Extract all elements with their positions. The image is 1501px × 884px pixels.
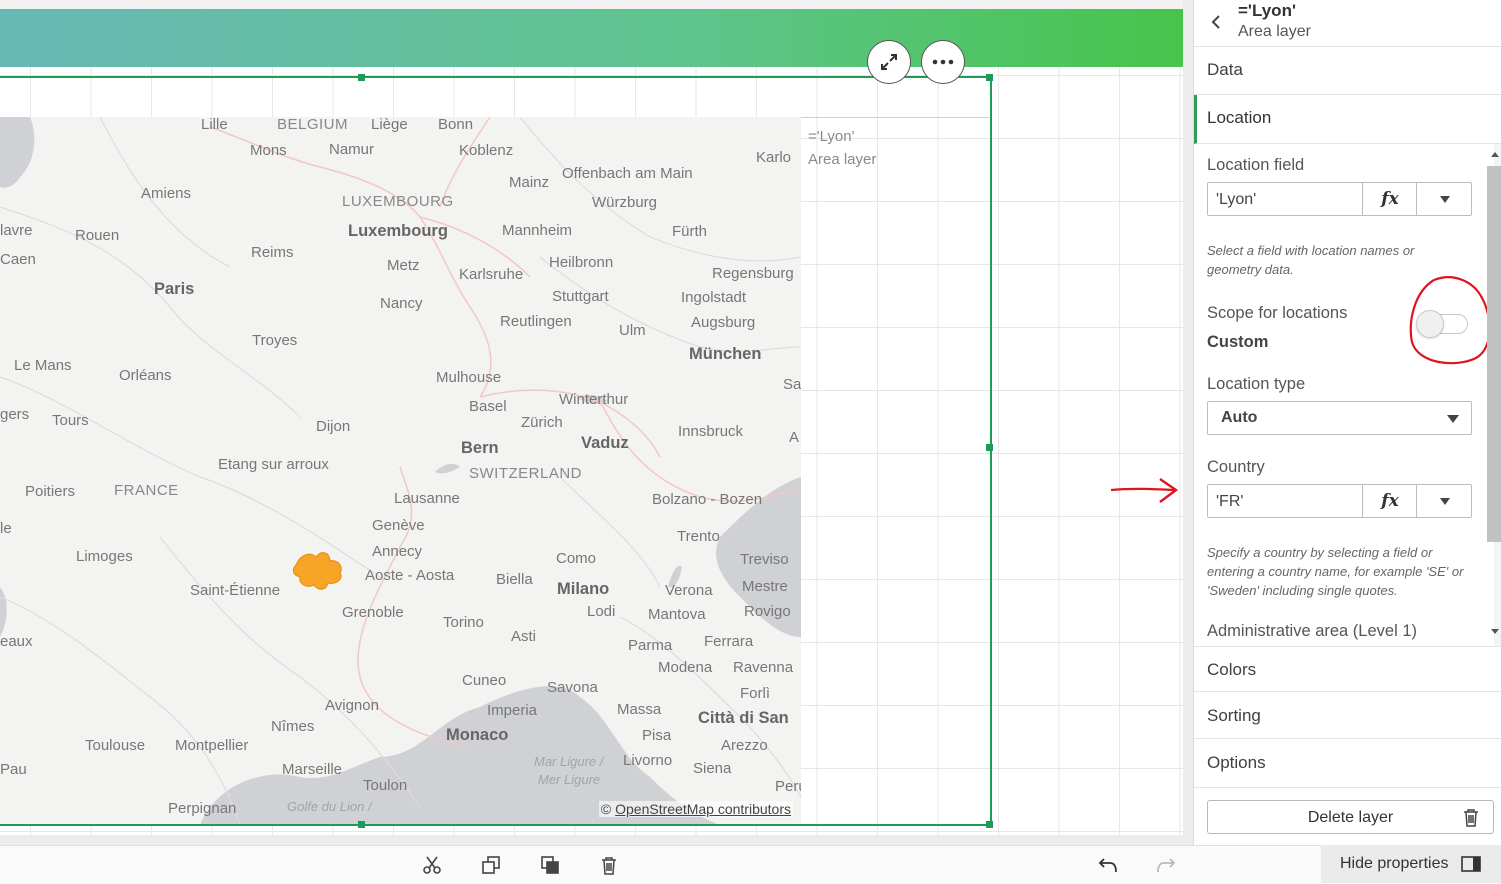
country-combo: fx [1207, 484, 1472, 519]
properties-panel: ='Lyon' Area layer Data Location Locatio… [1193, 0, 1501, 845]
panel-toggle-icon [1460, 856, 1481, 872]
location-field-label: Location field [1207, 156, 1305, 174]
expand-button[interactable] [867, 40, 911, 84]
header-gradient-bar [0, 9, 1183, 67]
delete-layer-label: Delete layer [1307, 809, 1394, 826]
hide-properties-label: Hide properties [1340, 855, 1449, 872]
chevron-down-icon [1439, 497, 1450, 505]
country-label: Country [1207, 458, 1265, 476]
location-field-combo: fx [1207, 182, 1472, 217]
expand-icon [881, 54, 897, 70]
section-options[interactable]: Options [1194, 740, 1501, 788]
expression-button[interactable]: fx [1362, 183, 1417, 215]
location-type-label: Location type [1207, 375, 1306, 393]
panel-subtitle: Area layer [1238, 23, 1311, 40]
resize-handle-top-right[interactable] [986, 74, 993, 81]
section-label: Options [1207, 753, 1266, 772]
panel-title: ='Lyon' [1238, 1, 1296, 20]
scope-value: Custom [1207, 333, 1269, 351]
hide-properties-button[interactable]: Hide properties [1321, 845, 1501, 883]
sheet-canvas: Lille BELGIUM Liège Bonn Mons Namur Kobl… [0, 0, 1183, 835]
section-label: Data [1207, 60, 1243, 79]
country-help: Specify a country by selecting a field o… [1207, 545, 1464, 598]
location-section-body: Location field fx Select a field with lo… [1194, 144, 1494, 646]
chevron-down-icon [1439, 195, 1450, 203]
scope-label: Scope for locations [1207, 304, 1348, 322]
section-label: Sorting [1207, 706, 1261, 725]
section-label: Location [1207, 108, 1272, 127]
scissors-icon [423, 856, 441, 874]
location-type-select[interactable]: Auto [1207, 401, 1472, 435]
trash-icon [1464, 809, 1478, 827]
panel-header: ='Lyon' Area layer [1194, 0, 1501, 47]
more-options-button[interactable] [921, 40, 965, 84]
scroll-down-icon[interactable] [1490, 628, 1500, 636]
resize-handle-bottom[interactable] [358, 821, 365, 828]
section-label: Colors [1207, 660, 1257, 679]
annotation-arrow-icon [1110, 478, 1179, 503]
chevron-down-icon [1447, 415, 1459, 423]
map-object-frame[interactable] [0, 76, 992, 826]
annotation-circle-icon [1409, 276, 1491, 365]
redo-button[interactable] [1155, 854, 1177, 876]
more-icon [932, 59, 954, 65]
paste-icon [541, 856, 559, 874]
cut-button[interactable] [421, 854, 443, 876]
section-colors[interactable]: Colors [1194, 646, 1501, 692]
section-location[interactable]: Location [1194, 95, 1501, 144]
location-field-input[interactable] [1208, 183, 1373, 217]
location-field-dropdown[interactable] [1416, 183, 1472, 215]
scroll-up-icon[interactable] [1490, 150, 1500, 158]
location-type-value: Auto [1221, 409, 1258, 426]
copy-button[interactable] [480, 854, 502, 876]
delete-button[interactable] [598, 854, 620, 876]
redo-icon [1157, 858, 1176, 873]
resize-handle-bottom-right[interactable] [986, 821, 993, 828]
expression-button[interactable]: fx [1362, 485, 1417, 517]
trash-icon [602, 856, 616, 875]
country-input[interactable] [1208, 485, 1373, 519]
scrollbar-thumb[interactable] [1487, 166, 1501, 542]
paste-button[interactable] [539, 854, 561, 876]
section-sorting[interactable]: Sorting [1194, 693, 1501, 739]
resize-handle-top[interactable] [358, 74, 365, 81]
admin-area-label: Administrative area (Level 1) [1207, 622, 1418, 640]
delete-layer-button[interactable]: Delete layer [1207, 800, 1494, 834]
country-dropdown[interactable] [1416, 485, 1472, 517]
copy-icon [482, 856, 500, 874]
undo-button[interactable] [1097, 854, 1119, 876]
back-chevron-icon[interactable] [1210, 14, 1222, 30]
bottom-toolbar [0, 845, 1501, 884]
undo-icon [1098, 858, 1117, 873]
section-data[interactable]: Data [1194, 47, 1501, 95]
resize-handle-right[interactable] [986, 444, 993, 451]
